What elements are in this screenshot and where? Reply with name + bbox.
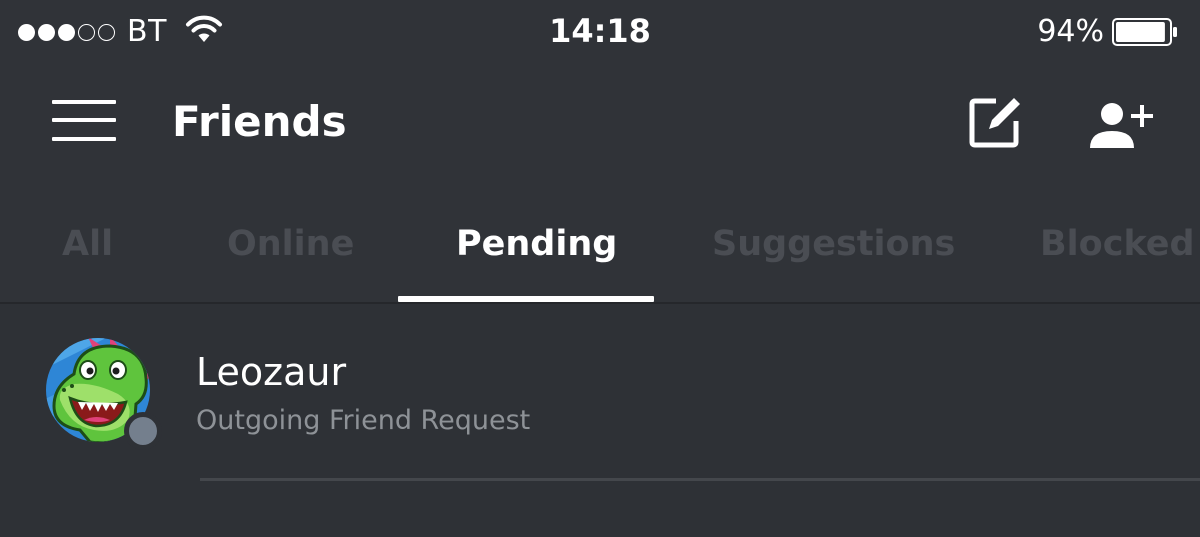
- nav-header: Friends: [0, 64, 1200, 184]
- row-divider: [200, 478, 1200, 481]
- friends-screen: BT 14:18 94% Friends All Online Pending …: [0, 0, 1200, 537]
- presence-offline-indicator: [124, 412, 162, 450]
- tab-suggestions[interactable]: Suggestions: [712, 218, 955, 270]
- top-bar: BT 14:18 94% Friends All Online Pending …: [0, 0, 1200, 302]
- tab-all[interactable]: All: [62, 218, 113, 270]
- friend-username: Leozaur: [196, 350, 347, 394]
- tab-online[interactable]: Online: [227, 218, 354, 270]
- pending-list: Leozaur Outgoing Friend Request: [0, 304, 1200, 537]
- status-bar: BT 14:18 94%: [0, 0, 1200, 64]
- add-friend-icon[interactable]: [1088, 100, 1154, 150]
- tab-blocked[interactable]: Blocked: [1040, 218, 1195, 270]
- hamburger-menu-icon[interactable]: [52, 98, 118, 146]
- battery-percentage: 94%: [1037, 14, 1104, 49]
- clock: 14:18: [549, 12, 651, 50]
- list-item[interactable]: Leozaur Outgoing Friend Request: [0, 304, 1200, 481]
- tab-pending[interactable]: Pending: [456, 218, 617, 270]
- friends-tabs: All Online Pending Suggestions Blocked: [0, 196, 1200, 302]
- battery-icon: [1112, 18, 1177, 46]
- compose-icon[interactable]: [968, 96, 1022, 150]
- request-status-text: Outgoing Friend Request: [196, 405, 531, 436]
- page-title: Friends: [172, 97, 347, 146]
